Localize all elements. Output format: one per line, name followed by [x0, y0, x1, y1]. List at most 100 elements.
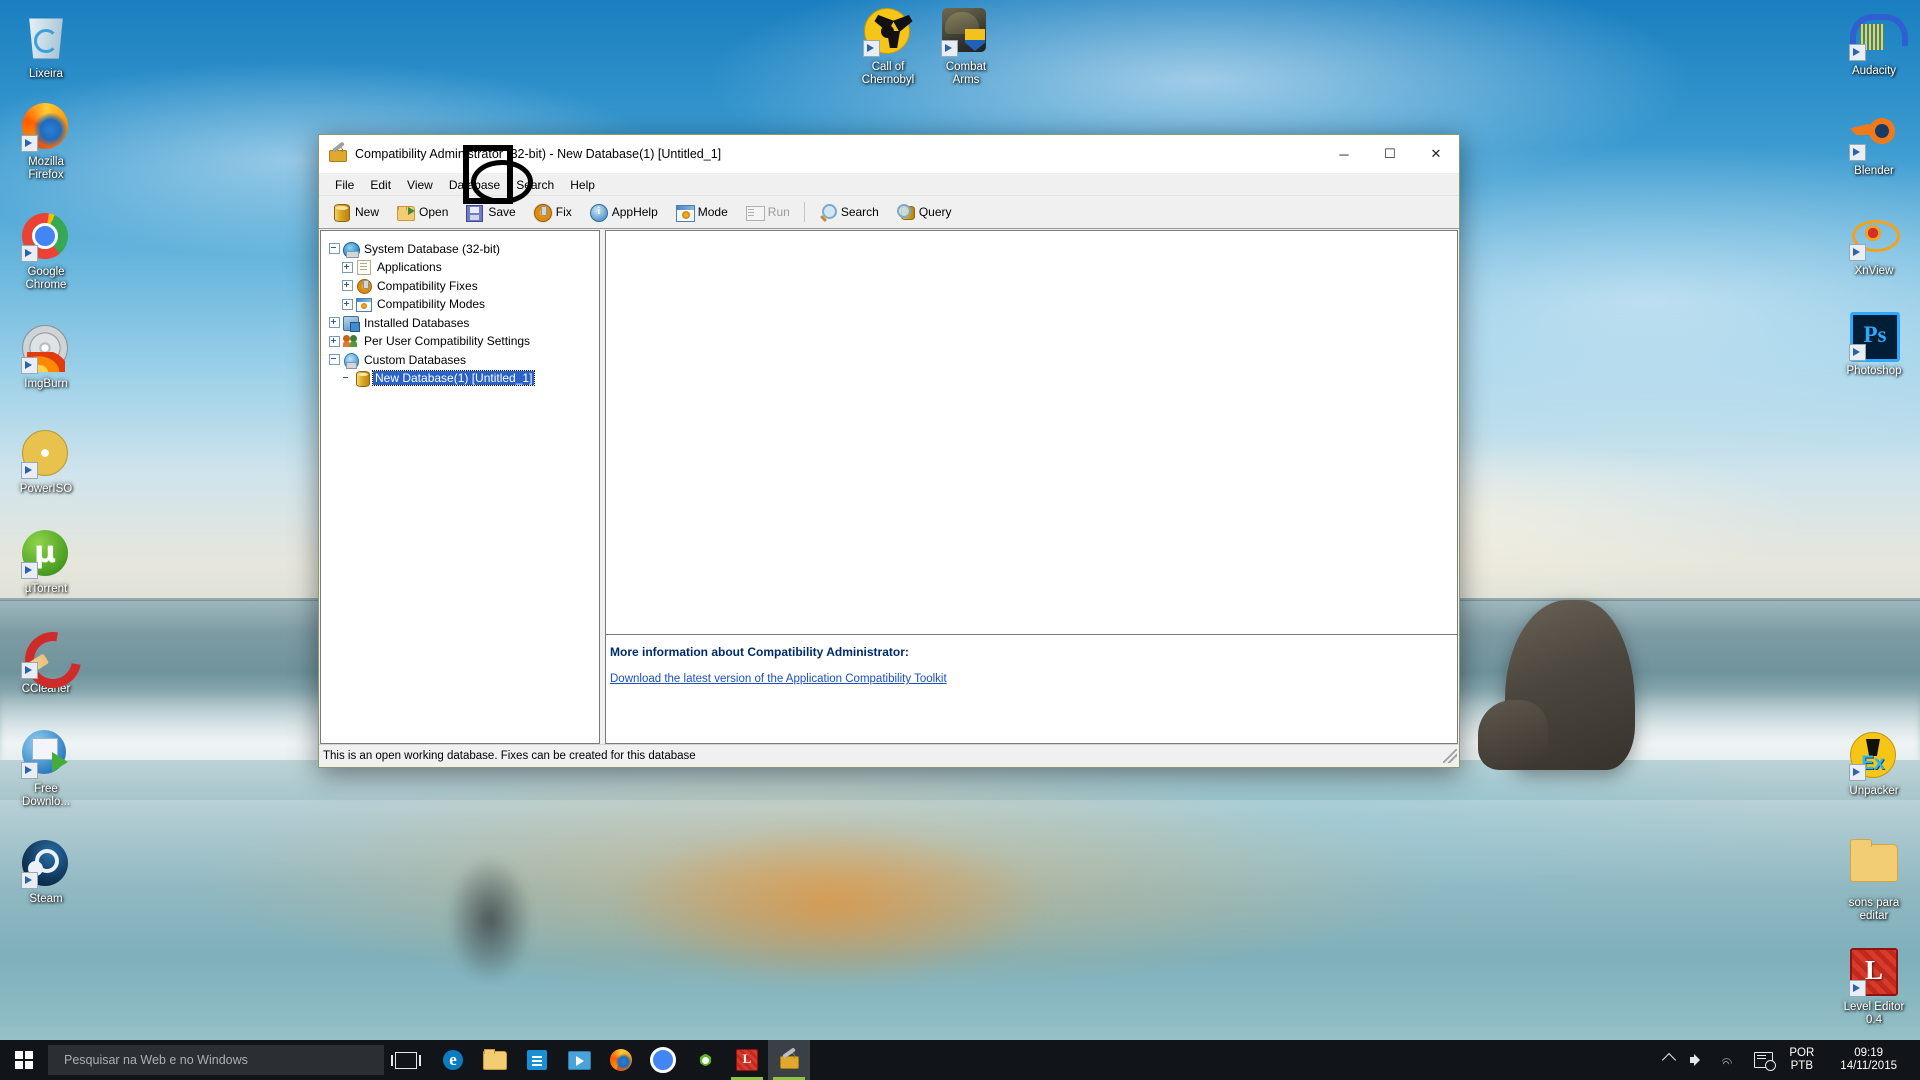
tree-expand-icon[interactable] — [329, 317, 340, 329]
desktop-icon-blender[interactable]: Blender — [1828, 112, 1920, 178]
icq-taskbar-icon[interactable] — [684, 1040, 726, 1080]
photoshop-icon: Ps — [1849, 312, 1900, 362]
desktop-icon-chrome[interactable]: Google Chrome — [0, 213, 92, 292]
menu-file[interactable]: File — [327, 176, 362, 194]
desktop-icon-ccleaner[interactable]: CCleaner — [0, 630, 92, 696]
more-information-panel: More information about Compatibility Adm… — [605, 634, 1458, 744]
tree-node-compatibility-fixes[interactable]: Compatibility Fixes — [329, 278, 599, 294]
microsoft-edge-taskbar-icon[interactable]: e — [432, 1040, 474, 1080]
desktop-icon-steam[interactable]: Steam — [0, 840, 92, 906]
details-list-area[interactable] — [605, 230, 1458, 634]
menu-help[interactable]: Help — [562, 176, 603, 194]
toolbar-apphelp-button[interactable]: i AppHelp — [582, 200, 666, 225]
menu-view[interactable]: View — [399, 176, 441, 194]
clock-time: 09:19 — [1854, 1047, 1884, 1059]
window-body: System Database (32-bit) Applications Comp… — [319, 229, 1459, 744]
task-view-button[interactable] — [384, 1040, 428, 1080]
minimize-button[interactable]: ─ — [1321, 135, 1367, 173]
tree-node-per-user-settings[interactable]: Per User Compatibility Settings — [329, 334, 599, 348]
toolbar-button-label: New — [355, 205, 380, 219]
tree-expand-icon[interactable] — [329, 335, 340, 347]
menu-database[interactable]: Database — [441, 176, 508, 194]
tree-collapse-icon[interactable] — [329, 243, 340, 255]
show-hidden-icons-button[interactable] — [1657, 1040, 1681, 1080]
compatibility-administrator-taskbar-icon[interactable] — [768, 1040, 810, 1080]
magnifier-search-icon — [819, 203, 837, 221]
tree-node-label: Installed Databases — [364, 315, 470, 330]
poweriso-icon — [21, 430, 70, 479]
windows-logo-icon — [15, 1051, 33, 1069]
tree-node-system-database[interactable]: System Database (32-bit) — [329, 241, 599, 258]
tree-node-compatibility-modes[interactable]: Compatibility Modes — [329, 297, 599, 313]
desktop-icon-firefox[interactable]: Mozilla Firefox — [0, 103, 92, 182]
store-taskbar-icon[interactable] — [516, 1040, 558, 1080]
firefox-icon — [21, 103, 70, 152]
toolbar-fix-button[interactable]: Fix — [526, 200, 580, 225]
maximize-button[interactable]: ☐ — [1367, 135, 1413, 173]
tree-node-new-database[interactable]: New Database(1) [Untitled_1] — [329, 370, 599, 388]
clock[interactable]: 09:19 14/11/2015 — [1823, 1040, 1914, 1080]
info-apphelp-icon: i — [589, 203, 608, 222]
desktop-icon-label: XnView — [1854, 265, 1894, 277]
desktop-icon-unpacker[interactable]: Unpacker — [1828, 732, 1920, 798]
compatibility-administrator-window[interactable]: Compatibility Administrator (32-bit) - N… — [318, 134, 1460, 768]
toolbar-mode-button[interactable]: Mode — [668, 200, 736, 225]
close-button[interactable]: ✕ — [1413, 135, 1459, 173]
desktop-icon-folder[interactable]: sons para editar — [1828, 838, 1920, 923]
chrome-taskbar-icon[interactable] — [642, 1040, 684, 1080]
run-icon — [745, 204, 765, 221]
applications-icon — [356, 260, 371, 276]
desktop-icon-photoshop[interactable]: Ps Photoshop — [1828, 312, 1920, 378]
desktop-icon-recycle-bin[interactable]: Lixeira — [0, 12, 92, 81]
database-new-icon — [333, 203, 350, 222]
toolbar-open-button[interactable]: Open — [389, 200, 456, 225]
language-primary: POR — [1789, 1047, 1815, 1059]
window-mode-icon — [675, 204, 695, 222]
desktop-icon-xnview[interactable]: XnView — [1828, 212, 1920, 278]
tree-expand-icon[interactable] — [342, 280, 353, 292]
download-act-link[interactable]: Download the latest version of the Appli… — [608, 673, 947, 685]
menu-search[interactable]: Search — [508, 176, 562, 194]
desktop-icon-label: Blender — [1854, 165, 1894, 177]
desktop-icon-utorrent[interactable]: µTorrent — [0, 530, 92, 596]
resize-grip[interactable] — [1443, 749, 1457, 763]
desktop-icon-label: Combat Arms — [945, 61, 987, 86]
tree-node-installed-databases[interactable]: Installed Databases — [329, 315, 599, 332]
tree-expand-icon[interactable] — [342, 298, 353, 310]
tree-expand-icon[interactable] — [342, 261, 353, 273]
level-editor-taskbar-icon[interactable]: L — [726, 1040, 768, 1080]
desktop-icon-poweriso[interactable]: PowerISO — [0, 430, 92, 496]
shortcut-overlay-icon — [21, 135, 38, 152]
language-indicator[interactable]: POR PTB — [1782, 1040, 1821, 1080]
start-button[interactable] — [0, 1040, 48, 1080]
desktop-icon-free-download-manager[interactable]: Free Downlo... — [0, 730, 92, 809]
toolbar-search-button[interactable]: Search — [811, 200, 887, 225]
window-titlebar[interactable]: Compatibility Administrator (32-bit) - N… — [319, 135, 1459, 174]
firefox-glyph — [610, 1049, 632, 1071]
toolbar-new-button[interactable]: New — [325, 200, 387, 225]
file-explorer-taskbar-icon[interactable] — [474, 1040, 516, 1080]
media-player-taskbar-icon[interactable] — [558, 1040, 600, 1080]
toolbar-button-label: Query — [918, 205, 952, 219]
tree-leaf-marker — [342, 374, 351, 383]
desktop-icon-label: Lixeira — [29, 68, 63, 80]
desktop-icon-imgburn[interactable]: ImgBurn — [0, 325, 92, 391]
wallpaper-figure-reflection — [380, 830, 600, 1010]
desktop-icon-combat-arms[interactable]: Combat Arms — [920, 8, 1012, 87]
desktop-icon-audacity[interactable]: Audacity — [1828, 12, 1920, 78]
action-center-button[interactable] — [1747, 1040, 1780, 1080]
shortcut-overlay-icon — [21, 562, 38, 579]
tree-node-custom-databases[interactable]: Custom Databases — [329, 352, 599, 369]
database-tree-pane[interactable]: System Database (32-bit) Applications Comp… — [320, 230, 600, 744]
tree-collapse-icon[interactable] — [329, 354, 340, 366]
taskbar-search-input[interactable]: Pesquisar na Web e no Windows — [48, 1045, 384, 1075]
tree-node-applications[interactable]: Applications — [329, 260, 599, 276]
volume-button[interactable] — [1683, 1040, 1713, 1080]
firefox-taskbar-icon[interactable] — [600, 1040, 642, 1080]
toolbar-save-button[interactable]: Save — [458, 200, 523, 225]
network-button[interactable] — [1715, 1040, 1745, 1080]
ccleaner-icon — [21, 630, 70, 679]
toolbar-query-button[interactable]: Query — [889, 200, 960, 225]
desktop-icon-level-editor[interactable]: L Level Editor 0.4 — [1828, 948, 1920, 1027]
menu-edit[interactable]: Edit — [362, 176, 399, 194]
